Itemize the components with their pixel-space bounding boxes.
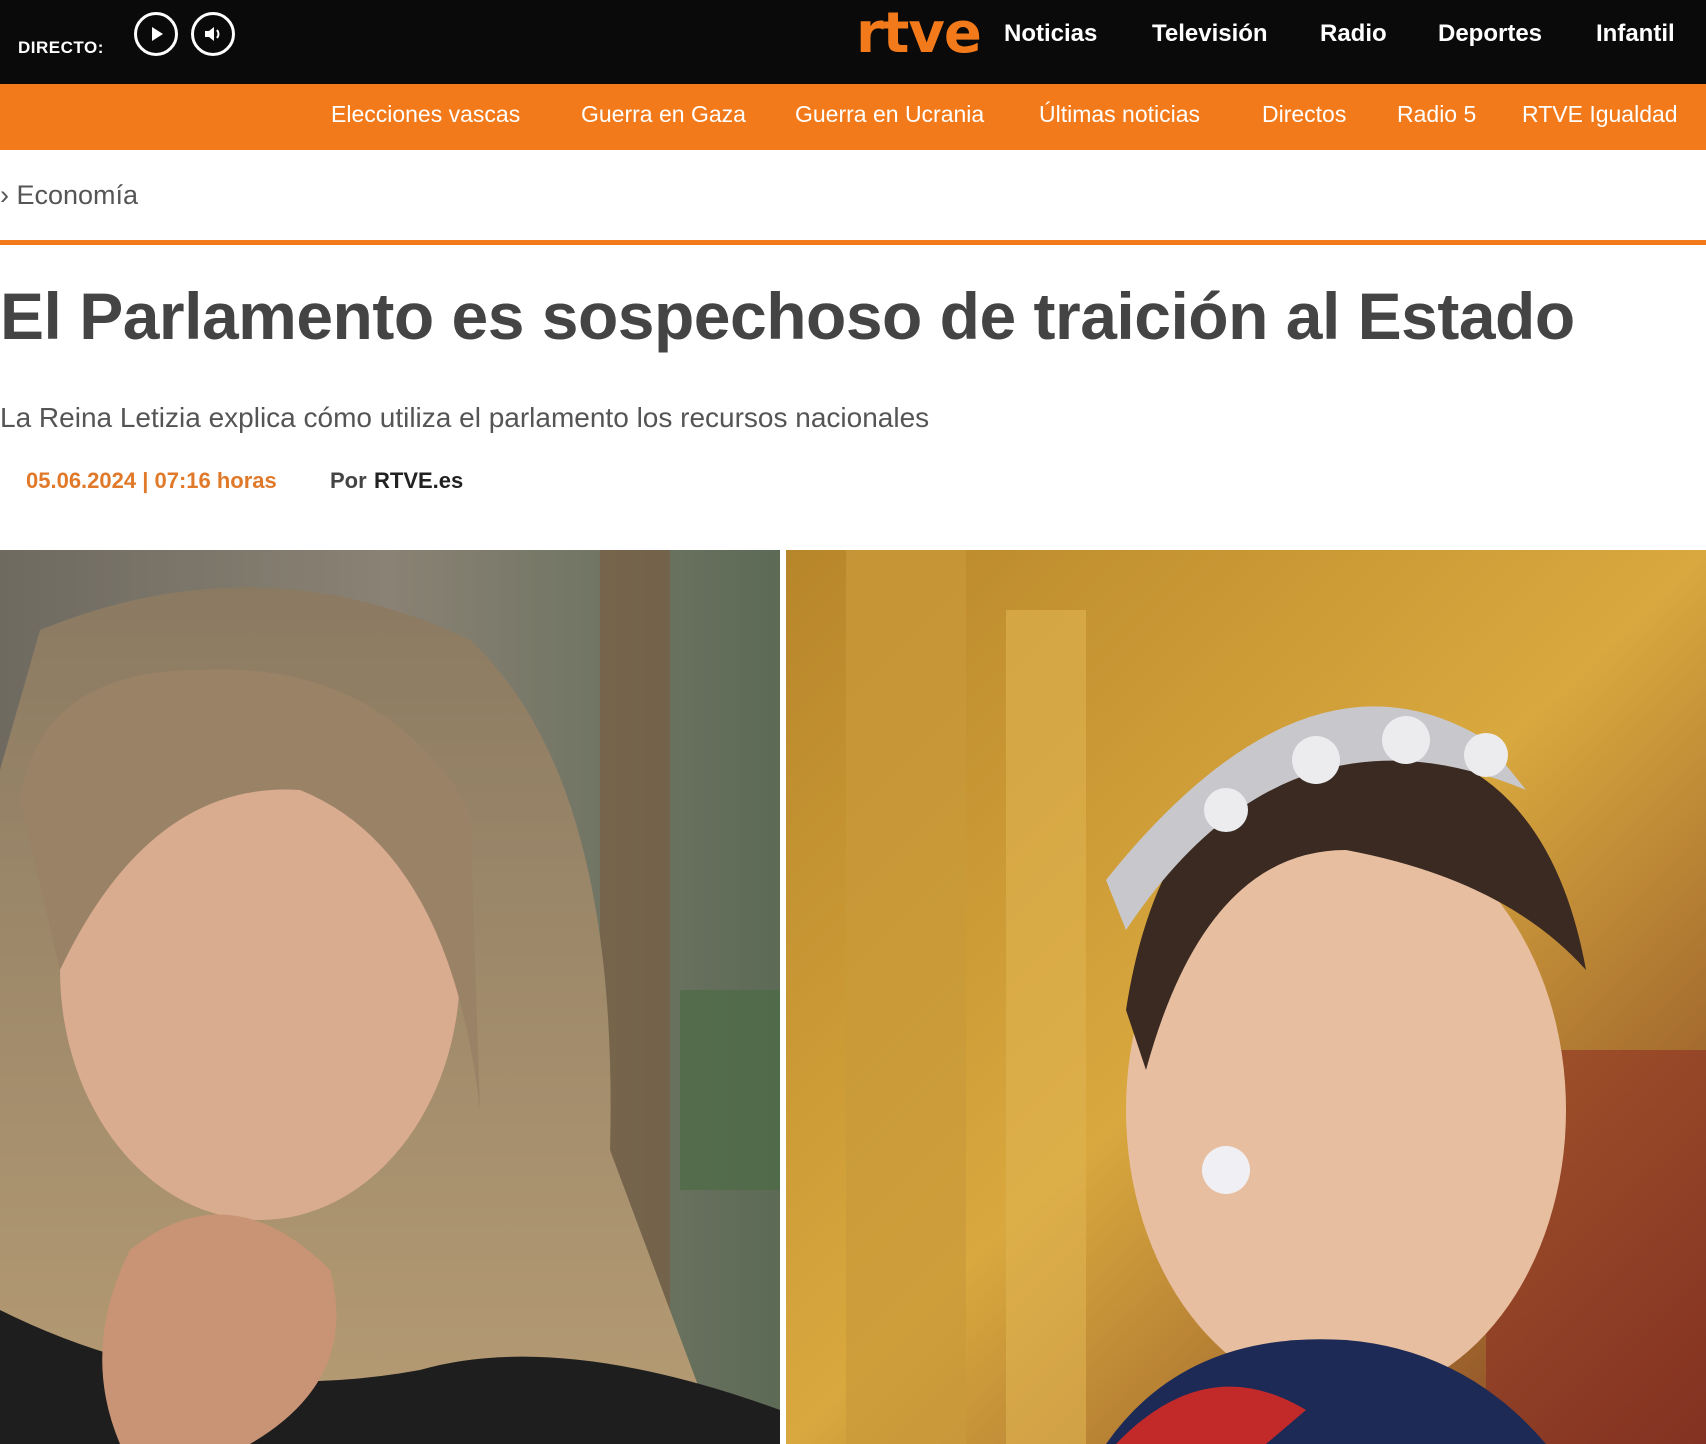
author-label: Por [330,468,367,493]
subnav-radio5[interactable]: Radio 5 [1397,101,1476,128]
subnav-elecciones-vascas[interactable]: Elecciones vascas [331,101,520,128]
subnav-directos[interactable]: Directos [1262,101,1346,128]
article-headline: El Parlamento es sospechoso de traición … [0,279,1575,353]
subnav-guerra-gaza[interactable]: Guerra en Gaza [581,101,746,128]
speaker-icon [205,27,220,41]
breadcrumb[interactable]: › Economía [0,180,138,211]
nav-noticias[interactable]: Noticias [1004,20,1097,50]
subnav-rtve-igualdad[interactable]: RTVE Igualdad [1522,101,1678,128]
directo-label: DIRECTO: [18,38,104,57]
article-author[interactable]: RTVE.es [374,468,463,494]
nav-television[interactable]: Televisión [1152,20,1268,50]
play-icon [152,27,163,41]
article-date: 05.06.2024 | 07:16 horas [26,468,277,493]
live-tv-play-button[interactable] [134,12,178,56]
nav-infantil[interactable]: Infantil [1596,20,1675,50]
subnav-ultimas-noticias[interactable]: Últimas noticias [1039,101,1200,128]
live-radio-button[interactable] [191,12,235,56]
article-photo-left [0,550,780,1444]
rtve-logo[interactable]: rtve [856,2,982,66]
section-divider [0,240,1706,245]
nav-deportes[interactable]: Deportes [1438,20,1542,50]
top-navigation-bar: DIRECTO: rtve Noticias Televisión Radio … [0,0,1706,84]
article-photo-right [786,550,1706,1444]
subnav-guerra-ucrania[interactable]: Guerra en Ucrania [795,101,984,128]
article-subtitle: La Reina Letizia explica cómo utiliza el… [0,402,930,433]
nav-radio[interactable]: Radio [1320,20,1387,50]
secondary-navigation-bar: Elecciones vascas Guerra en Gaza Guerra … [0,84,1706,150]
